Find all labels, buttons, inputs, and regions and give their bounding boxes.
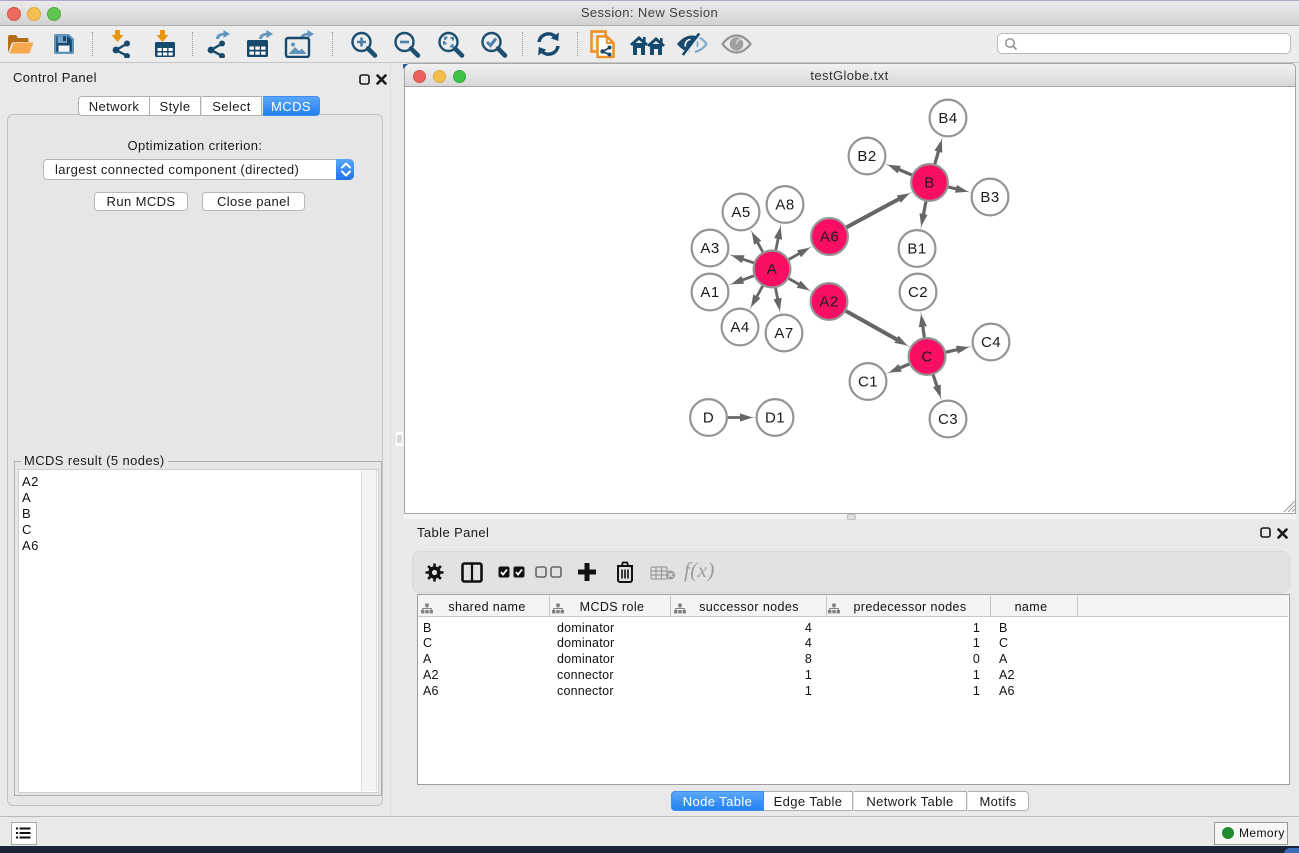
svg-text:B1: B1	[907, 241, 926, 258]
svg-text:D: D	[703, 410, 714, 427]
svg-text:C: C	[921, 349, 932, 366]
svg-text:D1: D1	[765, 410, 785, 427]
svg-text:A7: A7	[774, 325, 793, 342]
svg-text:B3: B3	[980, 189, 999, 206]
svg-text:C2: C2	[908, 284, 928, 301]
svg-text:C3: C3	[938, 411, 958, 428]
svg-text:B: B	[924, 175, 934, 192]
svg-text:C1: C1	[858, 374, 878, 391]
svg-text:A5: A5	[731, 204, 750, 221]
svg-text:A: A	[767, 261, 777, 278]
svg-text:A2: A2	[819, 294, 838, 311]
svg-text:A8: A8	[775, 197, 794, 214]
svg-text:A6: A6	[820, 229, 839, 246]
svg-text:B4: B4	[938, 110, 957, 127]
svg-text:A4: A4	[730, 319, 749, 336]
svg-text:A1: A1	[700, 284, 719, 301]
svg-text:C4: C4	[981, 334, 1001, 351]
svg-text:B2: B2	[857, 148, 876, 165]
svg-text:A3: A3	[700, 240, 719, 257]
